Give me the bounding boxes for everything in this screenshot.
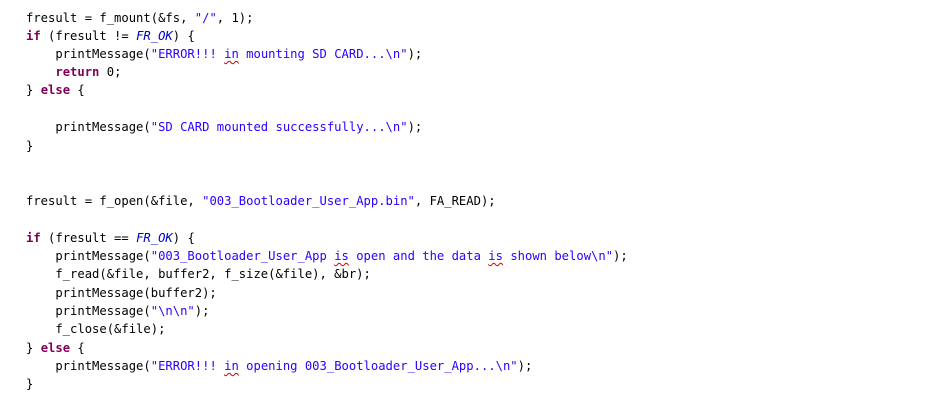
code-line-read: f_read(&file, buffer2, f_size(&file), &b…	[26, 265, 371, 283]
string-literal: "003_Bootloader_User_App.bin"	[202, 194, 415, 208]
code-text: printMessage(	[26, 47, 151, 61]
code-line-mount-success: printMessage("SD CARD mounted successful…	[26, 118, 422, 136]
string-literal: "ERROR!!!	[150, 47, 225, 61]
code-text: printMessage(	[26, 359, 151, 373]
string-literal: "SD CARD mounted successfully...\n"	[150, 120, 408, 134]
code-text: printMessage(	[26, 120, 151, 134]
code-line-return: return 0;	[26, 63, 121, 81]
code-line-if-open: if (fresult == FR_OK) {	[26, 229, 195, 247]
keyword: else	[40, 341, 71, 355]
code-text: printMessage(	[26, 304, 151, 318]
string-literal: "/"	[194, 11, 217, 25]
code-line-final-brace: }	[26, 375, 33, 393]
code-editor[interactable]: fresult = f_mount(&fs, "/", 1); if (fres…	[0, 0, 945, 409]
string-literal: "003_Bootloader_User_App	[150, 249, 335, 263]
string-literal: "ERROR!!!	[150, 359, 225, 373]
code-text: }	[26, 341, 41, 355]
code-text: (fresult !=	[40, 29, 137, 43]
code-text: printMessage(	[26, 249, 151, 263]
code-line-else-open: } else {	[26, 339, 85, 357]
code-text: 0;	[99, 65, 122, 79]
spell-error-word: in	[224, 47, 239, 61]
keyword: return	[55, 65, 100, 79]
code-text: fresult = f_mount(&fs,	[26, 11, 195, 25]
code-text: , FA_READ);	[414, 194, 496, 208]
code-text: );	[407, 120, 423, 134]
code-line-close-brace: }	[26, 137, 33, 155]
spell-error-word: is	[488, 249, 503, 263]
code-line-open: fresult = f_open(&file, "003_Bootloader_…	[26, 192, 496, 210]
keyword: if	[26, 29, 41, 43]
code-text: );	[194, 304, 210, 318]
code-line-mount: fresult = f_mount(&fs, "/", 1);	[26, 9, 253, 27]
string-literal: opening 003_Bootloader_User_App...\n"	[238, 359, 518, 373]
code-line-if-mount: if (fresult != FR_OK) {	[26, 27, 195, 45]
code-text: {	[70, 83, 85, 97]
code-line-mount-error: printMessage("ERROR!!! in mounting SD CA…	[26, 45, 422, 63]
keyword: else	[40, 83, 71, 97]
code-text: );	[517, 359, 533, 373]
code-text: }	[26, 83, 41, 97]
code-text: );	[613, 249, 628, 263]
code-text: );	[407, 47, 423, 61]
code-text: {	[70, 341, 85, 355]
code-line-open-message: printMessage("003_Bootloader_User_App is…	[26, 247, 628, 265]
code-text: fresult = f_open(&file,	[26, 194, 203, 208]
string-literal: mounting SD CARD...\n"	[238, 47, 408, 61]
string-literal: open and the data	[348, 249, 489, 263]
constant: FR_OK	[136, 231, 173, 245]
code-text: ) {	[172, 231, 195, 245]
code-line-open-error: printMessage("ERROR!!! in opening 003_Bo…	[26, 357, 532, 375]
code-line-print-newlines: printMessage("\n\n");	[26, 302, 209, 320]
string-literal: "\n\n"	[150, 304, 195, 318]
code-text: }	[26, 139, 34, 153]
code-line-else: } else {	[26, 81, 85, 99]
code-text: ) {	[172, 29, 195, 43]
code-line-close: f_close(&file);	[26, 320, 165, 338]
code-text: }	[26, 377, 34, 391]
string-literal: shown below\n"	[502, 249, 614, 263]
spell-error-word: in	[224, 359, 239, 373]
code-line-print-buffer: printMessage(buffer2);	[26, 284, 217, 302]
constant: FR_OK	[136, 29, 173, 43]
code-text: , 1);	[216, 11, 254, 25]
keyword: if	[26, 231, 41, 245]
code-text: f_close(&file);	[26, 322, 166, 336]
code-text: printMessage(buffer2);	[26, 286, 217, 300]
spell-error-word: is	[334, 249, 349, 263]
code-text: f_read(&file, buffer2, f_size(&file), &b…	[26, 267, 371, 281]
code-text: (fresult ==	[40, 231, 137, 245]
